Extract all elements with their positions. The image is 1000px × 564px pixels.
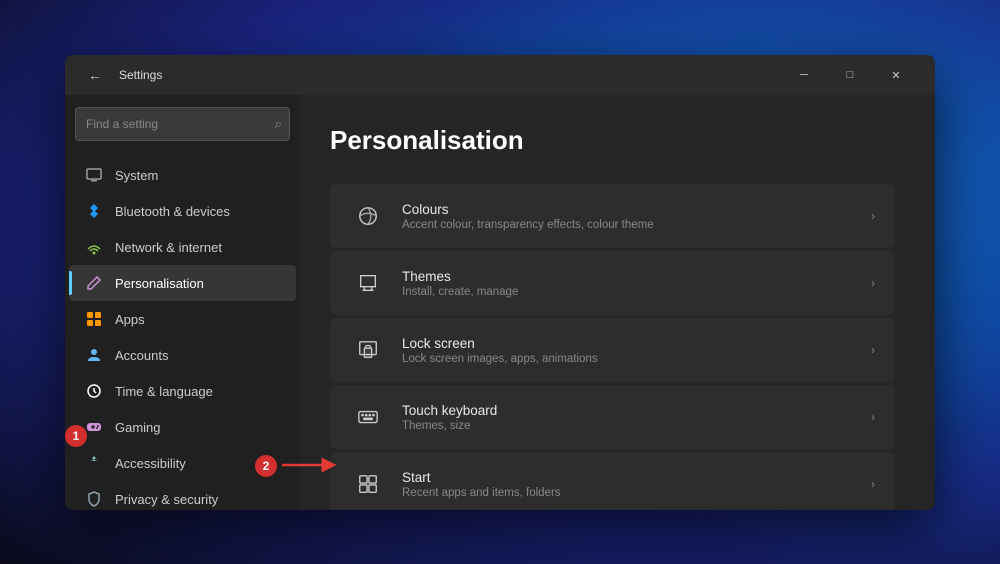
sidebar-item-accounts[interactable]: Accounts <box>69 337 296 373</box>
sidebar-label-accounts: Accounts <box>115 348 168 363</box>
bluetooth-icon <box>85 202 103 220</box>
annotation-badge-2: 2 <box>255 455 277 477</box>
touchkeyboard-chevron-icon: › <box>871 410 875 424</box>
sidebar-item-personalisation[interactable]: Personalisation <box>69 265 296 301</box>
colours-desc: Accent colour, transparency effects, col… <box>402 219 855 231</box>
start-text: Start Recent apps and items, folders <box>402 470 855 499</box>
colours-name: Colours <box>402 202 855 217</box>
settings-list: Colours Accent colour, transparency effec… <box>330 184 895 510</box>
apps-icon <box>85 310 103 328</box>
colours-text: Colours Accent colour, transparency effec… <box>402 202 855 231</box>
sidebar-label-bluetooth: Bluetooth & devices <box>115 204 230 219</box>
sidebar-label-system: System <box>115 168 158 183</box>
network-icon <box>85 238 103 256</box>
sidebar-label-network: Network & internet <box>115 240 222 255</box>
personalisation-icon <box>85 274 103 292</box>
annotation-badge-1: 1 <box>65 425 87 447</box>
sidebar: ⌕ System Bluetooth & devices Network & int… <box>65 95 300 510</box>
search-box: ⌕ <box>75 107 290 141</box>
start-name: Start <box>402 470 855 485</box>
sidebar-label-time: Time & language <box>115 384 213 399</box>
close-button[interactable]: ✕ <box>873 59 919 91</box>
lockscreen-name: Lock screen <box>402 336 855 351</box>
sidebar-item-gaming[interactable]: Gaming <box>69 409 296 445</box>
privacy-icon <box>85 490 103 508</box>
sidebar-label-gaming: Gaming <box>115 420 161 435</box>
sidebar-item-time[interactable]: Time & language <box>69 373 296 409</box>
accounts-icon <box>85 346 103 364</box>
sidebar-item-network[interactable]: Network & internet <box>69 229 296 265</box>
lockscreen-icon <box>350 332 386 368</box>
sidebar-label-personalisation: Personalisation <box>115 276 204 291</box>
window-title: Settings <box>119 68 781 82</box>
setting-item-start[interactable]: Start Recent apps and items, folders › <box>330 452 895 510</box>
lockscreen-chevron-icon: › <box>871 343 875 357</box>
sidebar-label-accessibility: Accessibility <box>115 456 186 471</box>
start-chevron-icon: › <box>871 477 875 491</box>
sidebar-label-apps: Apps <box>115 312 145 327</box>
touchkeyboard-text: Touch keyboard Themes, size <box>402 403 855 432</box>
touchkeyboard-icon <box>350 399 386 435</box>
settings-window: ← Settings ─ □ ✕ ⌕ System Bluetooth & dev… <box>65 55 935 510</box>
touchkeyboard-desc: Themes, size <box>402 420 855 432</box>
start-desc: Recent apps and items, folders <box>402 487 855 499</box>
setting-item-themes[interactable]: Themes Install, create, manage › <box>330 251 895 315</box>
setting-item-lockscreen[interactable]: Lock screen Lock screen images, apps, ani… <box>330 318 895 382</box>
sidebar-label-privacy: Privacy & security <box>115 492 218 507</box>
touchkeyboard-name: Touch keyboard <box>402 403 855 418</box>
start-icon <box>350 466 386 502</box>
lockscreen-desc: Lock screen images, apps, animations <box>402 353 855 365</box>
content-area: ⌕ System Bluetooth & devices Network & int… <box>65 95 935 510</box>
main-content: Personalisation Colours Accent colour, tr… <box>300 95 935 510</box>
gaming-icon <box>85 418 103 436</box>
minimize-button[interactable]: ─ <box>781 59 827 91</box>
maximize-button[interactable]: □ <box>827 59 873 91</box>
themes-chevron-icon: › <box>871 276 875 290</box>
sidebar-item-apps[interactable]: Apps <box>69 301 296 337</box>
colours-icon <box>350 198 386 234</box>
accessibility-icon <box>85 454 103 472</box>
sidebar-item-system[interactable]: System <box>69 157 296 193</box>
search-icon: ⌕ <box>275 116 282 132</box>
setting-item-touchkeyboard[interactable]: Touch keyboard Themes, size › <box>330 385 895 449</box>
themes-desc: Install, create, manage <box>402 286 855 298</box>
titlebar: ← Settings ─ □ ✕ <box>65 55 935 95</box>
sidebar-item-privacy[interactable]: Privacy & security <box>69 481 296 510</box>
page-title: Personalisation <box>330 125 895 156</box>
sidebar-item-bluetooth[interactable]: Bluetooth & devices <box>69 193 296 229</box>
back-button[interactable]: ← <box>81 61 109 89</box>
themes-text: Themes Install, create, manage <box>402 269 855 298</box>
time-icon <box>85 382 103 400</box>
colours-chevron-icon: › <box>871 209 875 223</box>
search-input[interactable] <box>75 107 290 141</box>
themes-name: Themes <box>402 269 855 284</box>
themes-icon <box>350 265 386 301</box>
setting-item-colours[interactable]: Colours Accent colour, transparency effec… <box>330 184 895 248</box>
window-controls: ─ □ ✕ <box>781 59 919 91</box>
lockscreen-text: Lock screen Lock screen images, apps, ani… <box>402 336 855 365</box>
system-icon <box>85 166 103 184</box>
